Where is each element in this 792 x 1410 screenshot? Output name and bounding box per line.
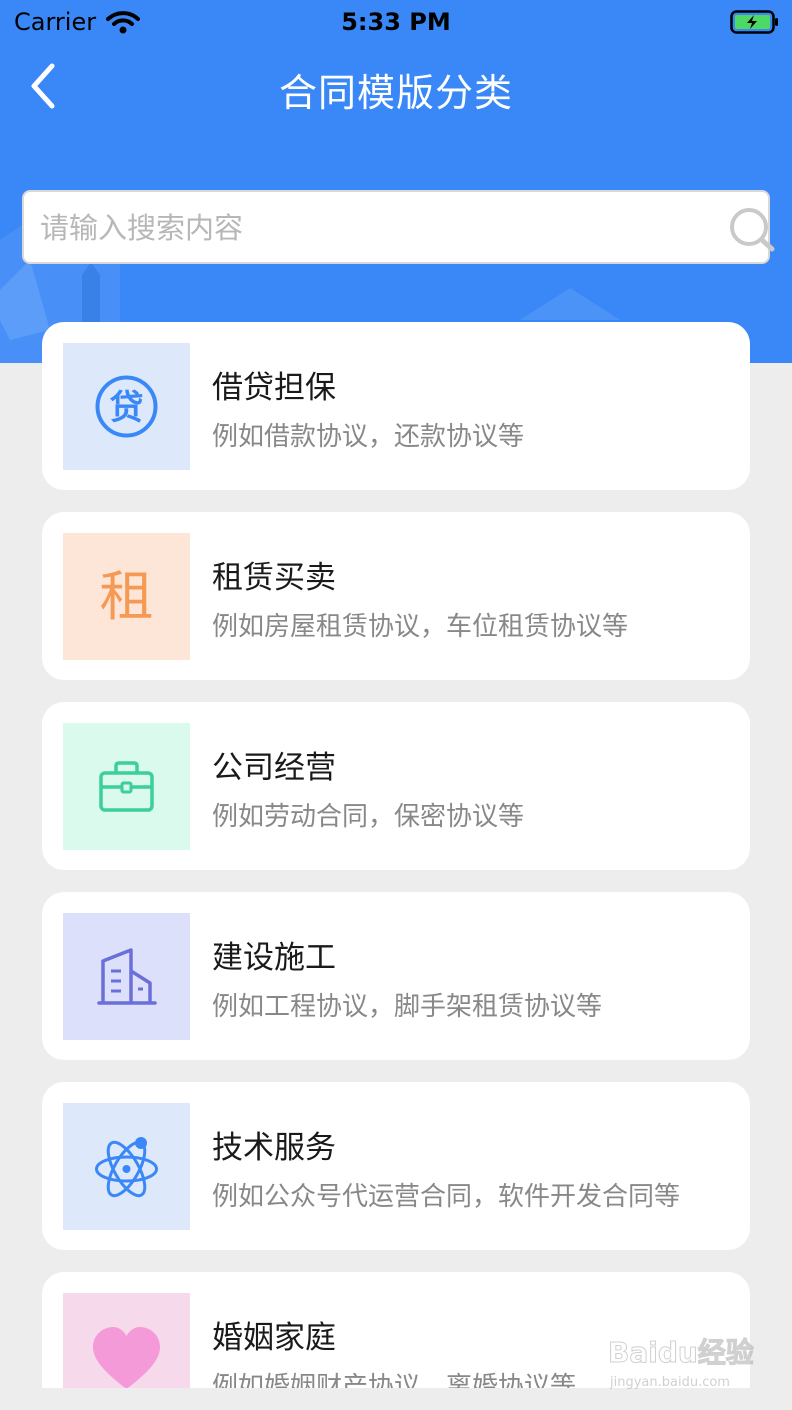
category-title: 技术服务	[212, 1130, 336, 1166]
atom-icon	[95, 1137, 158, 1198]
category-title: 借贷担保	[212, 370, 336, 406]
rent-icon-glyph: 租	[100, 565, 154, 628]
battery-icon	[730, 10, 780, 38]
category-card-loan[interactable]: 贷 借贷担保 例如借款协议，还款协议等	[42, 322, 750, 490]
category-title: 婚姻家庭	[212, 1320, 336, 1356]
category-tile: 租	[63, 533, 190, 660]
category-title: 租赁买卖	[212, 560, 336, 596]
category-tile: 贷	[63, 343, 190, 470]
category-description: 例如工程协议，脚手架租赁协议等	[212, 992, 603, 1022]
status-time: 5:33 PM	[341, 8, 451, 36]
category-description: 例如公众号代运营合同，软件开发合同等	[212, 1182, 681, 1212]
status-bar: Carrier 5:33 PM	[0, 0, 792, 44]
category-title: 公司经营	[212, 750, 336, 786]
loan-icon-glyph: 贷	[110, 388, 144, 428]
search-input[interactable]	[38, 192, 682, 264]
category-card-rent[interactable]: 租 租赁买卖 例如房屋租赁协议，车位租赁协议等	[42, 512, 750, 680]
category-tile	[63, 1293, 190, 1388]
category-description: 例如借款协议，还款协议等	[212, 422, 525, 452]
baidu-watermark: Baidu经验 jingyan.baidu.com	[608, 1336, 755, 1391]
category-tile	[63, 723, 190, 850]
header	[0, 0, 792, 363]
page-title: 合同模版分类	[278, 71, 513, 115]
category-card-tech[interactable]: 技术服务 例如公众号代运营合同，软件开发合同等	[42, 1082, 750, 1250]
briefcase-icon	[99, 761, 154, 812]
category-description: 例如房屋租赁协议，车位租赁协议等	[212, 612, 629, 642]
loan-icon: 贷	[95, 375, 158, 438]
category-title: 建设施工	[212, 940, 336, 976]
heart-icon	[93, 1327, 160, 1388]
category-card-construction[interactable]: 建设施工 例如工程协议，脚手架租赁协议等	[42, 892, 750, 1060]
watermark-url: jingyan.baidu.com	[609, 1375, 730, 1390]
watermark-brand: Baidu经验	[608, 1336, 754, 1369]
category-tile	[63, 913, 190, 1040]
search-icon[interactable]	[726, 204, 778, 256]
category-card-company[interactable]: 公司经营 例如劳动合同，保密协议等	[42, 702, 750, 870]
search-bar[interactable]	[22, 190, 775, 264]
category-description: 例如婚姻财产协议，离婚协议等	[212, 1372, 577, 1388]
building-icon	[97, 948, 157, 1005]
category-description: 例如劳动合同，保密协议等	[212, 802, 525, 832]
header-decoration	[0, 200, 620, 363]
rent-icon: 租	[100, 565, 154, 628]
category-tile	[63, 1103, 190, 1230]
